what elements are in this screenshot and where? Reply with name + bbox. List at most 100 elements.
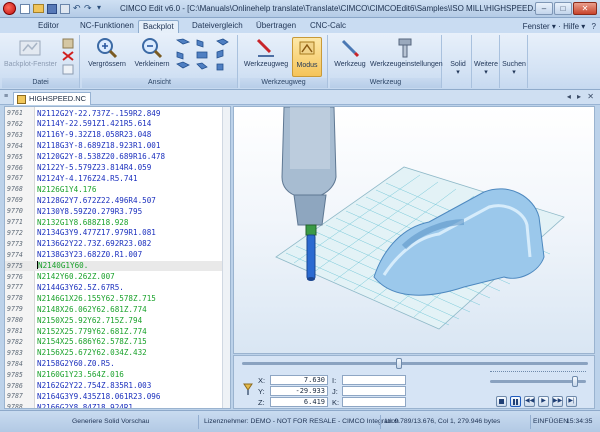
- group-werkzeug: Werkzeug Werkzeugeinstellungen Werkzeug: [330, 35, 443, 88]
- hilfe-menu[interactable]: Hilfe: [563, 22, 579, 31]
- fenster-menu[interactable]: Fenster: [523, 22, 550, 31]
- editor-vertical-scrollbar[interactable]: [222, 107, 230, 408]
- line-number: 9775: [7, 261, 23, 270]
- nc-code-editor[interactable]: 9761 N2112G2Y-22.737Z-.159R2.849 9762 N2114…: [4, 106, 231, 409]
- document-tab-label: HIGHSPEED.NC: [29, 94, 87, 103]
- current-code-line[interactable]: 9775 N2140G1Y60.: [5, 260, 230, 272]
- tool-icon: [341, 39, 360, 58]
- toolpath-button[interactable]: Werkzeugweg: [242, 37, 290, 77]
- code-line[interactable]: 9768 N2126G1Y4.176: [5, 184, 230, 195]
- play-button[interactable]: ▶: [538, 396, 549, 407]
- code-line[interactable]: 9769 N2128G2Y7.672Z22.496R4.507: [5, 195, 230, 206]
- line-number: 9769: [7, 196, 23, 205]
- code-line[interactable]: 9765 N2120G2Y-8.538Z20.689R16.478: [5, 152, 230, 163]
- z-label: Z:: [258, 398, 265, 407]
- group-weitere: Weitere ▾: [472, 35, 500, 88]
- view-orientation-icons[interactable]: [175, 38, 235, 76]
- text-caret: [37, 261, 38, 270]
- status-separator: [198, 415, 199, 429]
- print-icon[interactable]: [60, 4, 70, 14]
- tab-backplot[interactable]: Backplot: [138, 20, 179, 33]
- zoom-in-button[interactable]: Vergrössern: [84, 37, 130, 77]
- stop-button[interactable]: [496, 396, 507, 407]
- fast-forward-button[interactable]: ▶▶: [552, 396, 563, 407]
- nc-block-text: N2134G3Y9.477Z17.979R1.081: [37, 228, 156, 238]
- ribbon-help-icon[interactable]: ?: [592, 22, 596, 31]
- nc-block-text: N2150X25.92Y62.715Z.794: [37, 315, 143, 325]
- group-label-werkzeugweg: Werkzeugweg: [240, 78, 327, 88]
- zoom-out-button[interactable]: Verkleinern: [132, 37, 172, 77]
- line-number: 9785: [7, 370, 23, 379]
- tool-shank: [305, 224, 317, 236]
- code-line[interactable]: 9780 N2150X25.92Y62.715Z.794: [5, 315, 230, 326]
- line-number: 9782: [7, 337, 23, 346]
- app-logo-icon[interactable]: [3, 2, 16, 15]
- code-line[interactable]: 9785 N2160G1Y23.564Z.016: [5, 370, 230, 381]
- redo-icon[interactable]: ↷: [84, 3, 92, 14]
- i-label: I:: [332, 376, 337, 385]
- tab-nc-funktionen[interactable]: NC-Funktionen: [76, 20, 138, 33]
- nc-block-text: N2128G2Y7.672Z22.496R4.507: [37, 195, 156, 205]
- zoom-in-icon: [97, 38, 118, 59]
- customize-dropdown-icon[interactable]: ▾: [97, 3, 101, 12]
- y-label: Y:: [258, 387, 265, 396]
- code-line[interactable]: 9784 N2158G2Y60.Z0.R5.: [5, 359, 230, 370]
- weitere-dropdown[interactable]: Weitere ▾: [472, 61, 500, 76]
- undo-icon[interactable]: ↶: [73, 3, 81, 14]
- code-line[interactable]: 9786 N2162G2Y22.754Z.835R1.003: [5, 381, 230, 392]
- position-slider-track[interactable]: [242, 362, 588, 365]
- backplot-fenster-button[interactable]: Backplot-Fenster: [4, 37, 57, 77]
- speed-ticks: [490, 371, 586, 375]
- code-line[interactable]: 9781 N2152X25.779Y62.681Z.774: [5, 326, 230, 337]
- nc-block-text: N2140G1Y60.: [37, 261, 89, 271]
- code-line[interactable]: 9764 N2118G3Y-8.689Z18.923R1.001: [5, 141, 230, 152]
- code-line[interactable]: 9788 N2166G2Y8.84Z18.924R1.: [5, 402, 230, 409]
- tab-dateivergleich[interactable]: Dateivergleich: [188, 20, 247, 33]
- code-line[interactable]: 9777 N2144G3Y62.5Z.67R5.: [5, 282, 230, 293]
- code-line[interactable]: 9778 N2146G1X26.155Y62.578Z.715: [5, 293, 230, 304]
- minimize-button[interactable]: –: [535, 2, 553, 15]
- status-license: Lizenznehmer: DEMO - NOT FOR RESALE - CI…: [204, 418, 399, 425]
- code-line[interactable]: 9772 N2134G3Y9.477Z17.979R1.081: [5, 228, 230, 239]
- backplot-3d-viewport[interactable]: [233, 106, 595, 354]
- document-tab-highspeed[interactable]: HIGHSPEED.NC: [13, 92, 92, 105]
- code-line[interactable]: 9771 N2132G1Y8.688Z18.928: [5, 217, 230, 228]
- maximize-button[interactable]: □: [554, 2, 572, 15]
- code-line[interactable]: 9763 N2116Y-9.32Z18.058R23.048: [5, 130, 230, 141]
- code-line[interactable]: 9776 N2142Y60.262Z.007: [5, 272, 230, 283]
- tab-cnc-calc[interactable]: CNC-Calc: [306, 20, 350, 33]
- code-line[interactable]: 9761 N2112G2Y-22.737Z-.159R2.849: [5, 108, 230, 119]
- tool-settings-button[interactable]: Werkzeugeinstellungen: [370, 37, 443, 77]
- new-file-icon[interactable]: [20, 4, 30, 14]
- position-slider-thumb[interactable]: [396, 358, 402, 369]
- code-line[interactable]: 9773 N2136G2Y22.73Z.692R23.082: [5, 239, 230, 250]
- code-line[interactable]: 9787 N2164G3Y9.435Z18.061R23.096: [5, 391, 230, 402]
- speed-slider-thumb[interactable]: [572, 376, 578, 387]
- code-line[interactable]: 9774 N2138G3Y23.682Z0.R1.007: [5, 250, 230, 261]
- backplot-scene: [275, 107, 565, 330]
- modus-button[interactable]: Modus: [292, 37, 322, 77]
- code-line[interactable]: 9762 N2114Y-22.591Z1.421R5.614: [5, 119, 230, 130]
- open-folder-icon[interactable]: [33, 4, 44, 13]
- suchen-dropdown[interactable]: Suchen ▾: [500, 61, 528, 76]
- code-line[interactable]: 9783 N2156X25.672Y62.034Z.432: [5, 348, 230, 359]
- rewind-button[interactable]: ◀◀: [524, 396, 535, 407]
- code-line[interactable]: 9782 N2154X25.686Y62.578Z.715: [5, 337, 230, 348]
- tab-uebertragen[interactable]: Übertragen: [252, 20, 300, 33]
- modus-icon: [299, 41, 315, 55]
- code-line[interactable]: 9770 N2130Y8.59Z20.279R3.795: [5, 206, 230, 217]
- code-line[interactable]: 9767 N2124Y-4.176Z24.R5.741: [5, 173, 230, 184]
- solid-dropdown[interactable]: Solid ▾: [444, 61, 472, 76]
- code-line[interactable]: 9766 N2122Y-5.579Z23.814R4.059: [5, 163, 230, 174]
- save-icon[interactable]: [47, 4, 57, 14]
- code-line[interactable]: 9779 N2148X26.062Y62.681Z.774: [5, 304, 230, 315]
- step-forward-button[interactable]: ▶|: [566, 396, 577, 407]
- document-nav-arrows[interactable]: ◂ ▸ ✕: [567, 92, 596, 101]
- tab-list-icon[interactable]: ≡: [4, 93, 8, 100]
- document-tab-bar: ≡ HIGHSPEED.NC ◂ ▸ ✕: [0, 90, 600, 105]
- close-button[interactable]: ✕: [573, 2, 597, 15]
- tab-editor[interactable]: Editor: [34, 20, 63, 33]
- pause-button[interactable]: [510, 396, 521, 407]
- tool-button[interactable]: Werkzeug: [332, 37, 368, 77]
- nc-block-text: N2166G2Y8.84Z18.924R1.: [37, 402, 138, 409]
